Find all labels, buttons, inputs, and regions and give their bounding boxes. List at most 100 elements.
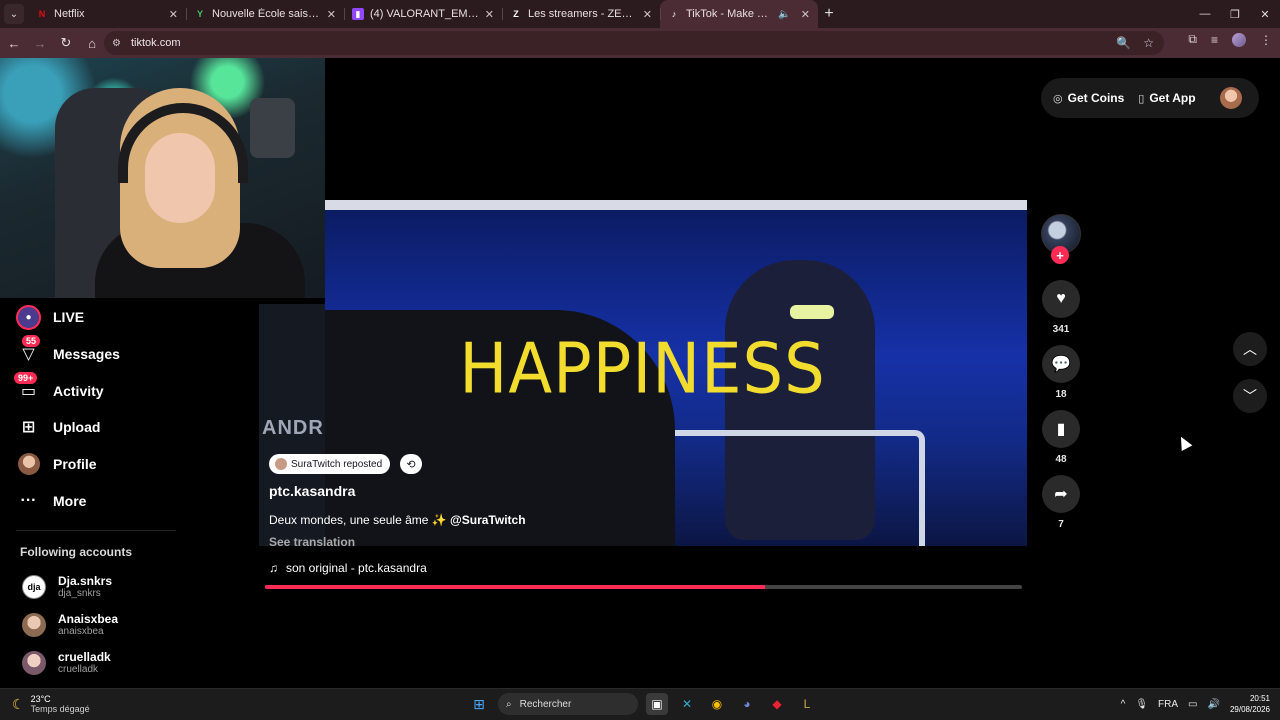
- tab-zevent[interactable]: Z Les streamers - ZEVENT 2026 ✕: [502, 0, 660, 28]
- save-count: 48: [1055, 454, 1067, 465]
- avatar: [22, 613, 46, 637]
- league-icon[interactable]: L: [796, 693, 818, 715]
- messages-badge: 55: [22, 334, 41, 347]
- restore-icon[interactable]: ❐: [1220, 0, 1250, 28]
- game-launcher-icon[interactable]: ◆: [766, 693, 788, 715]
- bookmark-star-icon[interactable]: ☆: [1143, 36, 1154, 50]
- like-action: ♥ 341: [1041, 280, 1081, 335]
- profile-icon: [16, 452, 41, 477]
- live-icon: ●: [16, 304, 41, 330]
- comment-icon[interactable]: 💬: [1042, 345, 1080, 383]
- volume-icon[interactable]: 🔊: [1208, 699, 1220, 710]
- next-video-button[interactable]: ﹀: [1233, 379, 1267, 413]
- language-indicator[interactable]: FRA: [1158, 699, 1178, 710]
- site-info-icon[interactable]: ⚙: [112, 38, 121, 49]
- twitch-icon: ▮: [352, 8, 364, 20]
- repost-indicator[interactable]: SuraTwitch reposted: [269, 454, 391, 474]
- close-window-icon[interactable]: ✕: [1250, 0, 1280, 28]
- taskbar-search[interactable]: ⌕ Rechercher: [498, 693, 638, 715]
- phone-icon: ▯: [1138, 92, 1145, 105]
- avatar: [275, 458, 287, 470]
- get-coins-button[interactable]: ◎ Get Coins: [1053, 91, 1124, 105]
- tab-title: Netflix: [54, 8, 85, 20]
- share-icon[interactable]: ➦: [1042, 475, 1080, 513]
- discord-icon[interactable]: ◕: [736, 693, 758, 715]
- previous-video-button[interactable]: ︿: [1233, 332, 1267, 366]
- chevron-up-icon[interactable]: ^: [1121, 699, 1126, 710]
- windows-start-icon[interactable]: ⊞: [468, 693, 490, 715]
- close-icon[interactable]: ✕: [327, 8, 336, 21]
- bookmark-icon[interactable]: ▮: [1042, 410, 1080, 448]
- microphone-icon[interactable]: 🎙: [1135, 699, 1148, 710]
- sidebar-item-activity[interactable]: ▭ 99+ Activity: [14, 371, 104, 406]
- see-translation-link[interactable]: See translation: [269, 535, 355, 549]
- video-author[interactable]: ptc.kasandra: [269, 483, 355, 499]
- sidebar-item-label: Activity: [53, 383, 104, 399]
- close-icon[interactable]: ✕: [169, 8, 178, 21]
- account-handle: dja_snkrs: [58, 588, 101, 599]
- video-progress-bar[interactable]: [265, 585, 1022, 589]
- tab-title: (4) VALORANT_EMEA - Twitch: [370, 8, 479, 20]
- new-tab-button[interactable]: +: [818, 5, 840, 23]
- tab-search-button[interactable]: ⌄: [4, 4, 24, 24]
- avatar: [22, 651, 46, 675]
- minimize-icon[interactable]: —: [1190, 0, 1220, 28]
- tab-twitch[interactable]: ▮ (4) VALORANT_EMEA - Twitch ✕: [344, 0, 502, 28]
- sidebar-item-more[interactable]: ··· More: [16, 486, 87, 516]
- sidebar-item-profile[interactable]: Profile: [16, 449, 97, 479]
- get-app-button[interactable]: ▯ Get App: [1138, 91, 1195, 105]
- close-icon[interactable]: ✕: [801, 8, 810, 21]
- search-icon: ⌕: [506, 698, 512, 710]
- chevron-down-icon: ﹀: [1243, 388, 1257, 404]
- tab-netflix[interactable]: N Netflix ✕: [28, 0, 186, 28]
- get-coins-label: Get Coins: [1067, 91, 1125, 105]
- sound-link[interactable]: ♫ son original - ptc.kasandra: [269, 561, 427, 575]
- following-account-anaisxbea[interactable]: Anaisxbea anaisxbea: [22, 612, 118, 638]
- tiktok-page: ● LIVE ▽ 55 Messages ▭ 99+ Activity ⊞ Up…: [0, 58, 1280, 688]
- get-app-label: Get App: [1149, 91, 1196, 105]
- home-button[interactable]: ⌂: [80, 31, 104, 55]
- media-controls-icon[interactable]: ≡: [1211, 33, 1218, 47]
- sidebar-item-label: Profile: [53, 456, 97, 472]
- chrome-icon[interactable]: ◉: [706, 693, 728, 715]
- address-bar[interactable]: ⚙ tiktok.com 🔍 ☆: [104, 31, 1164, 55]
- close-icon[interactable]: ✕: [643, 8, 652, 21]
- network-icon[interactable]: ▭: [1188, 699, 1197, 710]
- divider: [16, 530, 176, 531]
- user-avatar[interactable]: [1219, 87, 1242, 109]
- caption-mention[interactable]: @SuraTwitch: [450, 513, 526, 527]
- following-account-cruelladk[interactable]: cruelladk cruelladk: [22, 650, 111, 676]
- speaker-icon[interactable]: 🔈: [778, 9, 790, 20]
- sidebar-item-live[interactable]: ● LIVE: [16, 302, 84, 332]
- coin-icon: ◎: [1053, 92, 1063, 105]
- sidebar-item-upload[interactable]: ⊞ Upload: [16, 412, 101, 442]
- xbox-icon[interactable]: ✕: [676, 693, 698, 715]
- top-actions-bar: ◎ Get Coins ▯ Get App: [1041, 78, 1259, 118]
- tab-nouvelle-ecole[interactable]: Y Nouvelle École saison 5 (Netflix ✕: [186, 0, 344, 28]
- extensions-icon[interactable]: ⧉: [1188, 32, 1197, 47]
- zoom-icon[interactable]: 🔍: [1116, 36, 1131, 50]
- task-view-icon[interactable]: ▣: [646, 693, 668, 715]
- caption-text: Deux mondes, une seule âme ✨: [269, 513, 447, 527]
- reload-button[interactable]: ↻: [54, 31, 78, 55]
- browser-toolbar: ← → ↻ ⌂ ⚙ tiktok.com 🔍 ☆ ⧉ ≡ ⋮: [0, 28, 1280, 58]
- tab-tiktok[interactable]: ♪ TikTok - Make Your Day 🔈 ✕: [660, 0, 818, 28]
- comment-count: 18: [1055, 389, 1067, 400]
- following-account-dja-snkrs[interactable]: dja Dja.snkrs dja_snkrs: [22, 574, 112, 600]
- back-button[interactable]: ←: [2, 31, 26, 55]
- close-icon[interactable]: ✕: [485, 8, 494, 21]
- repost-icon[interactable]: ⟲: [400, 454, 422, 474]
- sidebar-item-messages[interactable]: ▽ 55 Messages: [16, 334, 120, 369]
- follow-plus-icon[interactable]: +: [1051, 246, 1069, 264]
- heart-icon[interactable]: ♥: [1042, 280, 1080, 318]
- save-action: ▮ 48: [1041, 410, 1081, 465]
- mouse-cursor-icon: [1175, 433, 1193, 452]
- browser-profile-avatar[interactable]: [1232, 32, 1246, 47]
- weather-widget[interactable]: ☾ 23°C Temps dégagé: [12, 694, 90, 714]
- forward-button[interactable]: →: [28, 31, 52, 55]
- browser-menu-icon[interactable]: ⋮: [1260, 33, 1272, 47]
- window-controls: — ❐ ✕: [1190, 0, 1280, 28]
- sidebar-item-label: LIVE: [53, 309, 85, 325]
- chevron-up-icon: ︿: [1243, 341, 1257, 357]
- clock[interactable]: 20:51 29/08/2026: [1230, 693, 1270, 715]
